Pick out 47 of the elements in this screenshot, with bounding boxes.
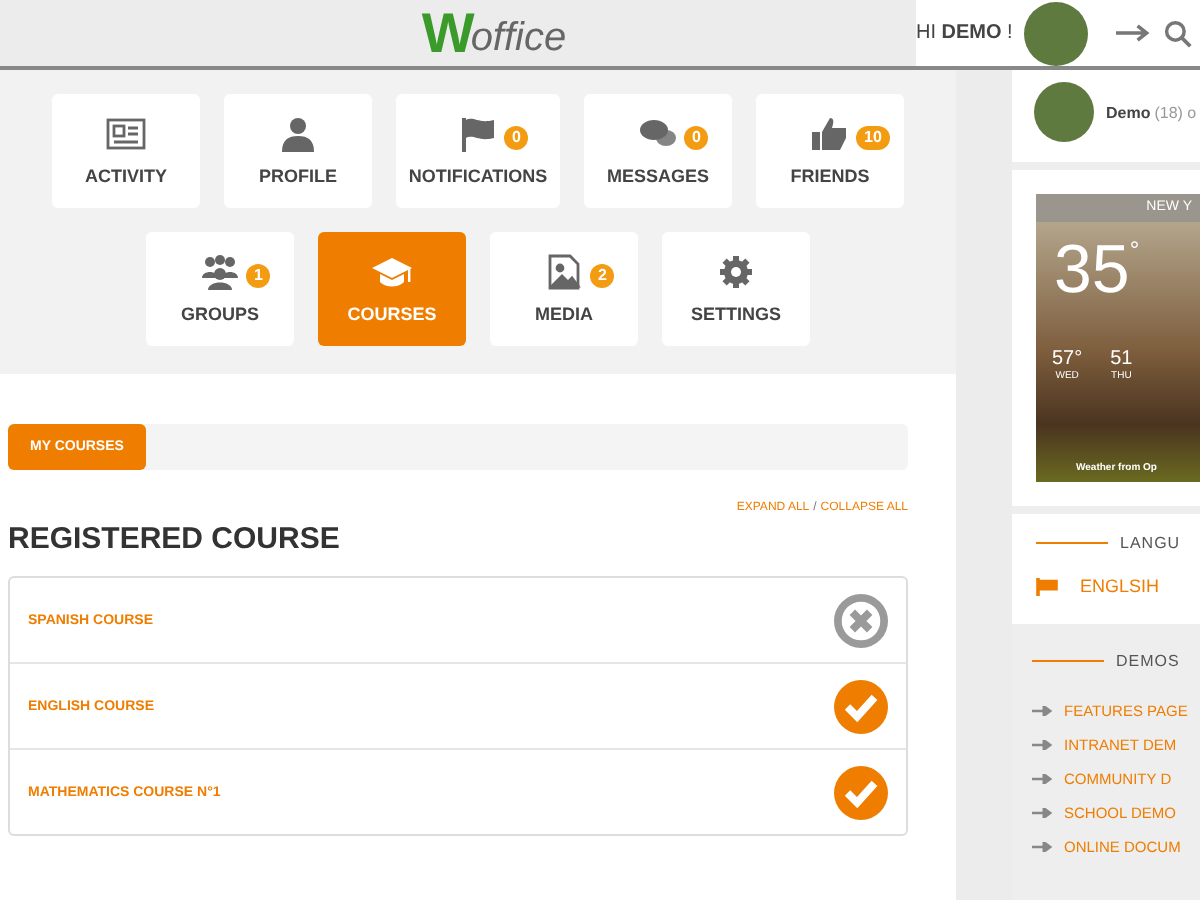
person-icon xyxy=(278,116,318,152)
logo[interactable]: Woffice xyxy=(421,5,567,61)
image-icon xyxy=(544,254,584,290)
flag-icon xyxy=(1036,577,1058,595)
group-icon xyxy=(200,254,240,290)
avatar[interactable] xyxy=(1024,1,1089,65)
language-link[interactable]: ENGLSIH xyxy=(1080,576,1160,596)
arrow-icon xyxy=(1032,740,1052,750)
day-temperature: 51 xyxy=(1110,348,1133,370)
arrow-icon xyxy=(1032,774,1052,784)
count-badge: 2 xyxy=(590,264,615,288)
temperature-text: 35 xyxy=(1054,236,1130,304)
arrow-icon xyxy=(1032,706,1052,716)
section-title: LANGU xyxy=(1120,534,1181,552)
thumb-icon xyxy=(810,116,850,152)
logo-letter: W xyxy=(421,5,471,61)
count-badge: 0 xyxy=(504,126,529,150)
gear-icon xyxy=(716,254,756,290)
day-temperature: 57° xyxy=(1052,348,1083,370)
section-heading: REGISTERED COURSE xyxy=(8,522,342,556)
cap-icon xyxy=(372,254,412,290)
nav-tile[interactable]: ACTIVITY xyxy=(52,94,200,208)
greeting-text: HI DEMO ! xyxy=(916,22,1013,44)
count-badge: 1 xyxy=(246,264,271,288)
profile-meta: (18) o xyxy=(1154,103,1197,121)
nav-tile[interactable]: 0 MESSAGES xyxy=(584,94,732,208)
flag-icon xyxy=(458,116,498,152)
logo-text: office xyxy=(470,15,567,61)
nav-tile[interactable]: SETTINGS xyxy=(662,232,810,346)
count-badge: 10 xyxy=(856,126,890,150)
arrow-icon xyxy=(1032,808,1052,818)
nav-tile[interactable]: 0 NOTIFICATIONS xyxy=(396,94,560,208)
section-title: DEMOS xyxy=(1116,652,1180,670)
news-icon xyxy=(106,116,146,152)
nav-tile[interactable]: 1 GROUPS xyxy=(146,232,294,346)
unit-text: ° xyxy=(1129,236,1140,268)
chat-icon xyxy=(638,116,678,152)
nav-tile[interactable]: 10 FRIENDS xyxy=(756,94,904,208)
count-badge: 0 xyxy=(684,126,709,150)
nav-tile[interactable]: COURSES xyxy=(318,232,466,346)
nav-tile[interactable]: PROFILE xyxy=(224,94,372,208)
arrow-icon xyxy=(1032,842,1052,852)
avatar[interactable] xyxy=(1034,82,1094,142)
profile-name[interactable]: Demo xyxy=(1106,103,1151,121)
nav-tile[interactable]: 2 MEDIA xyxy=(490,232,638,346)
search-icon[interactable] xyxy=(1164,19,1193,47)
arrow-icon[interactable] xyxy=(1116,24,1153,42)
